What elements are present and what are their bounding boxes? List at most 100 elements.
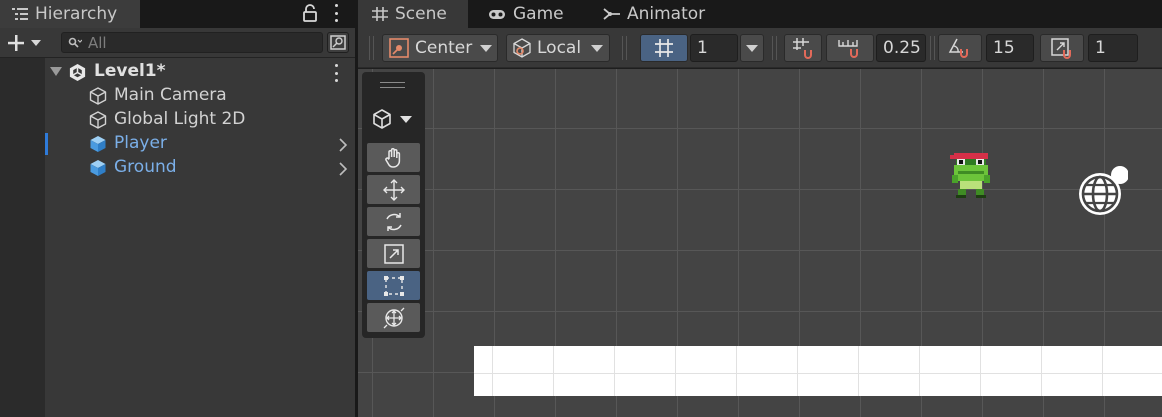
hash-grid-icon (372, 7, 388, 21)
grid-size-value: 1 (697, 38, 708, 58)
rotate-icon (385, 212, 402, 231)
scale-snap-toggle[interactable] (1040, 34, 1084, 62)
tab-game-label: Game (513, 4, 564, 24)
chevron-down-icon (31, 40, 41, 46)
scene-menu-icon[interactable] (332, 64, 340, 82)
global-light-gizmo-icon[interactable] (1076, 166, 1128, 218)
search-input[interactable] (88, 33, 308, 52)
scale-tool-button[interactable] (367, 239, 420, 268)
prefab-cube-icon (90, 160, 106, 176)
list-item-global-light-2d[interactable]: Global Light 2D (0, 108, 355, 132)
scale-snap-field[interactable]: 1 (1088, 34, 1138, 62)
prefab-cube-icon (90, 136, 106, 152)
toolbar-grip[interactable] (930, 36, 935, 60)
scene-viewport[interactable] (358, 69, 1162, 417)
local-space-icon (513, 38, 531, 58)
scale-icon (383, 243, 404, 264)
grid-size-field[interactable]: 1 (690, 34, 738, 62)
scene-panel: Scene Game Animator Center Local 1 0.25 … (358, 0, 1162, 417)
transform-tool-button[interactable] (367, 303, 420, 332)
pivot-center-icon (389, 38, 409, 58)
ground-object[interactable] (474, 346, 1162, 396)
tab-hierarchy[interactable]: Hierarchy (0, 0, 140, 28)
tab-game[interactable]: Game (474, 0, 584, 28)
rotate-tool-button[interactable] (367, 207, 420, 236)
object-name: Player (114, 133, 167, 153)
lock-icon[interactable] (300, 3, 320, 23)
hierarchy-panel: Hierarchy All Level1* Main Camera Global… (0, 0, 355, 417)
grid-icon (655, 39, 673, 57)
plus-icon (8, 35, 24, 51)
object-name: Ground (114, 157, 177, 177)
rotate-snap-field[interactable]: 15 (986, 34, 1034, 62)
tab-animator-label: Animator (627, 4, 706, 24)
search-icon (68, 37, 82, 48)
rect-tool-button[interactable] (367, 271, 420, 300)
expand-triangle-icon[interactable] (50, 67, 62, 76)
toolbar-grip[interactable] (622, 36, 627, 60)
scale-snap-icon (1051, 38, 1071, 59)
grid-snap-icon (793, 38, 812, 59)
increment-snap-toggle[interactable] (826, 34, 874, 62)
tab-scene-label: Scene (395, 4, 447, 24)
hand-tool-button[interactable] (367, 143, 420, 172)
scale-snap-value: 1 (1095, 38, 1106, 58)
list-item-ground[interactable]: Ground (0, 156, 355, 180)
hierarchy-list-icon (12, 8, 28, 20)
scene-toolbar: Center Local 1 0.25 15 1 (358, 28, 1162, 68)
grid-options-dropdown[interactable] (740, 34, 764, 62)
increment-snap-icon (838, 40, 858, 58)
chevron-down-icon (591, 44, 604, 52)
gamepad-icon (489, 10, 505, 19)
hand-icon (384, 147, 400, 168)
scene-tab-bar: Scene Game Animator (358, 0, 1162, 28)
chevron-down-icon (746, 44, 758, 52)
selection-marker (45, 133, 48, 155)
tab-hierarchy-label: Hierarchy (35, 4, 118, 24)
snap-increment-value: 0.25 (883, 38, 921, 58)
list-item-main-camera[interactable]: Main Camera (0, 84, 355, 108)
object-name: Main Camera (114, 85, 227, 105)
toolbar-grip[interactable] (369, 36, 374, 60)
animator-branch-icon (603, 8, 620, 20)
chevron-down-icon (400, 115, 412, 123)
hierarchy-tab-bar: Hierarchy (0, 0, 355, 28)
tab-scene[interactable]: Scene (358, 0, 468, 28)
list-item-player[interactable]: Player (0, 132, 355, 156)
rotate-snap-value: 15 (993, 38, 1015, 58)
gameobject-cube-outline-icon (89, 111, 107, 129)
chevron-right-icon[interactable] (337, 138, 349, 152)
object-name: Global Light 2D (114, 109, 246, 129)
pivot-mode-label: Center (415, 38, 473, 58)
create-object-button[interactable] (6, 33, 46, 53)
pivot-rotation-label: Local (537, 38, 582, 58)
chevron-down-icon (480, 44, 493, 52)
player-sprite[interactable] (948, 153, 994, 199)
rect-transform-icon (383, 275, 404, 296)
search-scene-toggle[interactable] (327, 32, 349, 53)
cube-view-icon (373, 109, 391, 129)
tab-animator[interactable]: Animator (590, 0, 720, 28)
hierarchy-search[interactable] (61, 32, 323, 53)
snap-increment-field[interactable]: 0.25 (876, 34, 926, 62)
view-options-dropdown[interactable] (370, 106, 416, 132)
scene-row-level1[interactable]: Level1* (0, 60, 355, 84)
scene-name: Level1* (94, 61, 166, 81)
toolbar-grip[interactable] (772, 36, 777, 60)
pivot-rotation-dropdown[interactable]: Local (506, 34, 610, 62)
grid-visibility-toggle[interactable] (640, 34, 688, 62)
hierarchy-menu-icon[interactable] (332, 4, 340, 22)
transform-combo-icon (383, 307, 404, 328)
pivot-mode-dropdown[interactable]: Center (382, 34, 498, 62)
hierarchy-toolbar (0, 28, 355, 58)
scene-search-icon (330, 35, 346, 50)
tool-palette (362, 72, 425, 338)
chevron-right-icon[interactable] (337, 162, 349, 176)
rotate-snap-toggle[interactable] (938, 34, 982, 62)
rotate-snap-icon (948, 38, 968, 58)
palette-drag-handle[interactable] (380, 82, 405, 88)
grid-snap-toggle[interactable] (784, 34, 822, 62)
move-arrows-icon (382, 178, 405, 201)
hierarchy-tree: Level1* Main Camera Global Light 2D Play… (0, 58, 355, 417)
move-tool-button[interactable] (367, 175, 420, 204)
